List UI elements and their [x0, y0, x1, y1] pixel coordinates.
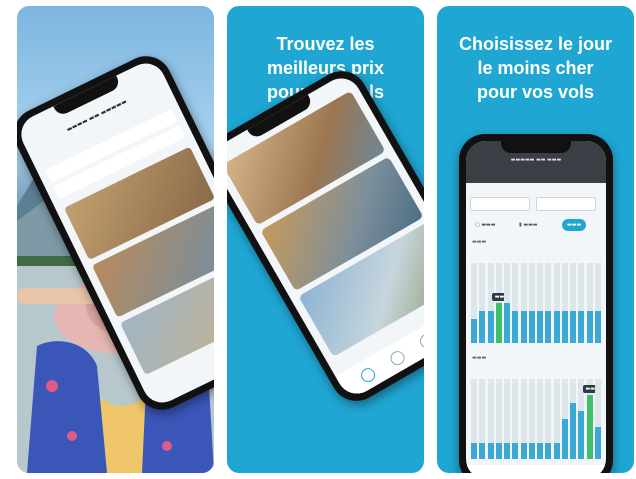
return-price-chart: ▬▬	[470, 365, 602, 459]
price-bar[interactable]	[512, 443, 519, 459]
tab-search-icon[interactable]	[358, 365, 378, 385]
panel-3-headline: Choisissez le jour le moins cher pour vo…	[437, 32, 634, 104]
price-bar[interactable]	[504, 443, 510, 459]
phone-screen	[227, 71, 424, 401]
chart-view-button[interactable]: ▮ ▬▬▬	[514, 219, 543, 231]
price-bar[interactable]	[504, 303, 510, 343]
price-bar[interactable]	[594, 427, 601, 459]
date-selectors	[470, 197, 602, 213]
phone-mockup	[227, 61, 424, 411]
price-bar[interactable]	[561, 419, 568, 459]
screenshot-panel-1: ▬▬▬▬ ▬▬ ▬▬▬▬▬	[17, 6, 214, 473]
phone-screen: ▬▬▬▬▬ ▬▬ ▬▬▬ ▢ ▬▬▬ ▮ ▬▬▬ ▬▬▬ ▬▬▬ ▬▬ ▬▬▬ …	[466, 141, 606, 473]
price-bar[interactable]	[594, 311, 601, 343]
price-bar[interactable]	[520, 443, 527, 459]
phone-notch	[501, 141, 571, 153]
screen-title: ▬▬▬▬▬ ▬▬ ▬▬▬	[510, 157, 562, 163]
price-bar[interactable]	[570, 403, 576, 459]
departure-section-label: ▬▬▬	[472, 239, 487, 245]
price-bar[interactable]	[479, 443, 486, 459]
phone-mockup: ▬▬▬▬▬ ▬▬ ▬▬▬ ▢ ▬▬▬ ▮ ▬▬▬ ▬▬▬ ▬▬▬ ▬▬ ▬▬▬ …	[459, 134, 613, 473]
tab-explore-icon[interactable]	[417, 331, 424, 351]
price-bar[interactable]	[545, 311, 552, 343]
screenshot-panel-3: Choisissez le jour le moins cher pour vo…	[437, 6, 634, 473]
price-bar[interactable]	[487, 311, 494, 343]
departure-date-field[interactable]	[470, 197, 530, 211]
price-bar[interactable]	[528, 443, 535, 459]
price-bar[interactable]	[520, 311, 527, 343]
price-bar[interactable]	[553, 311, 560, 343]
price-bar[interactable]	[553, 443, 560, 459]
return-section-label: ▬▬▬	[472, 355, 487, 361]
headline-line-3: pour vos vols	[476, 82, 595, 102]
departure-price-chart: ▬▬	[470, 249, 602, 343]
headline-line-1: Choisissez le jour	[458, 34, 613, 54]
price-footer	[466, 465, 606, 473]
price-bar[interactable]	[578, 411, 585, 459]
tab-alerts-icon[interactable]	[387, 348, 408, 368]
return-date-field[interactable]	[536, 197, 596, 211]
screenshot-panel-2: Trouvez les meilleurs prix pour vos vols	[227, 6, 424, 473]
calendar-view-button[interactable]: ▢ ▬▬▬	[470, 219, 501, 231]
price-bar[interactable]	[578, 311, 585, 343]
price-bar[interactable]	[570, 311, 576, 343]
view-toggle: ▢ ▬▬▬ ▮ ▬▬▬ ▬▬▬	[470, 219, 602, 233]
price-bar[interactable]	[561, 311, 568, 343]
price-bar[interactable]	[537, 443, 543, 459]
price-bar-selected[interactable]	[586, 395, 593, 459]
price-bar-selected[interactable]	[495, 303, 502, 343]
price-bar[interactable]	[545, 443, 552, 459]
price-bar[interactable]	[537, 311, 543, 343]
price-bar[interactable]	[487, 443, 494, 459]
price-bar[interactable]	[471, 319, 477, 343]
price-bar[interactable]	[471, 443, 477, 459]
price-bar[interactable]	[586, 311, 593, 343]
price-bar[interactable]	[479, 311, 486, 343]
price-bar[interactable]	[495, 443, 502, 459]
flexible-view-button[interactable]: ▬▬▬	[562, 219, 587, 231]
price-bar[interactable]	[528, 311, 535, 343]
headline-line-2: le moins cher	[477, 58, 594, 78]
headline-line-1: Trouvez les	[276, 34, 375, 54]
price-bar[interactable]	[512, 311, 519, 343]
